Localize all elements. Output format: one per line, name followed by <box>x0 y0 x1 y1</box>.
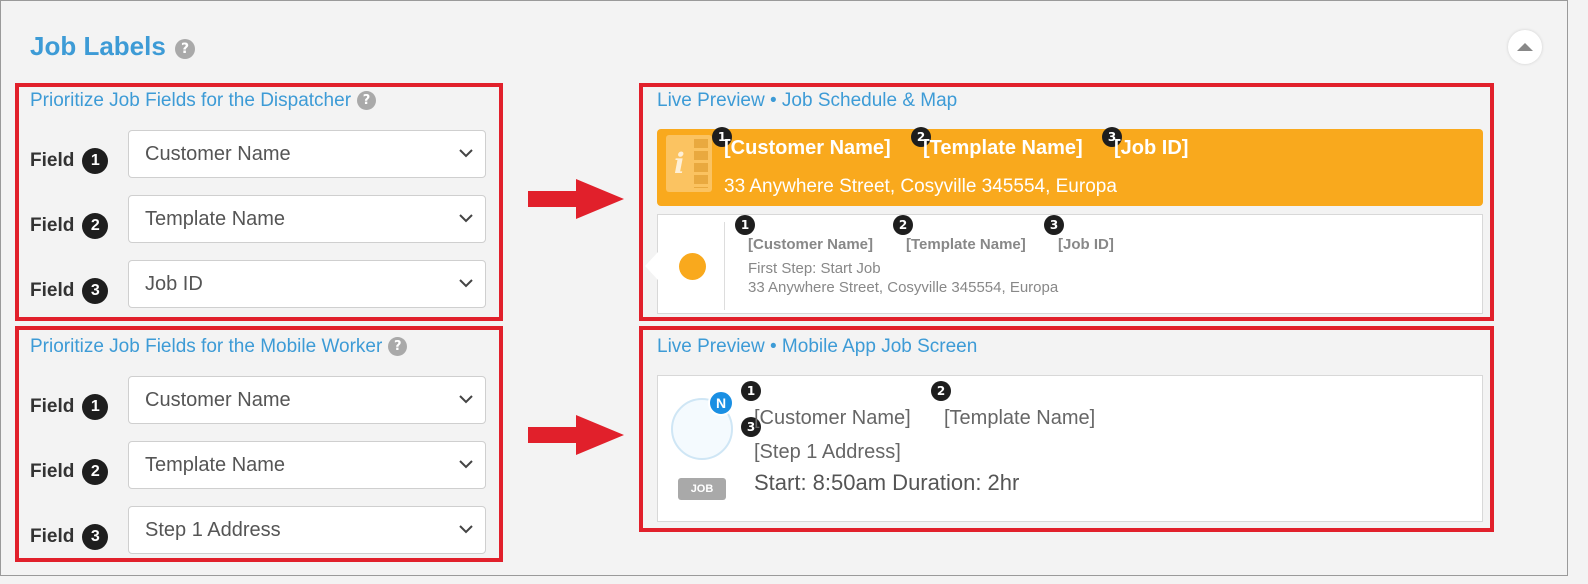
number-badge: 2 <box>893 215 913 235</box>
bar-field-customer: [Customer Name] <box>724 137 891 159</box>
card-field-customer: [Customer Name] <box>748 236 874 253</box>
bar-field-template: [Template Name] <box>923 137 1083 159</box>
help-icon[interactable]: ? <box>175 39 195 59</box>
number-badge: 1 <box>735 215 755 235</box>
arrow-right-icon <box>528 415 624 455</box>
mobile-field-1-select[interactable]: Customer Name <box>128 376 486 424</box>
card-address: 33 Anywhere Street, Cosyville 345554, Eu… <box>748 279 1059 296</box>
number-badge: 1 <box>741 381 761 401</box>
number-badge: 1 <box>82 394 109 420</box>
job-tag: JOB <box>678 478 726 500</box>
field-label-text: Field <box>30 461 75 483</box>
chevron-down-icon <box>459 279 473 288</box>
field-label-text: Field <box>30 215 75 237</box>
mobile-worker-title-text: Prioritize Job Fields for the Mobile Wor… <box>30 336 383 357</box>
field-label-text: Field <box>30 526 75 548</box>
help-icon[interactable]: ? <box>388 337 408 357</box>
mobile-start-duration: Start: 8:50am Duration: 2hr <box>754 470 1020 495</box>
dispatcher-title-text: Prioritize Job Fields for the Dispatcher <box>30 90 352 111</box>
card-divider <box>724 222 725 310</box>
chevron-up-icon <box>1517 43 1533 51</box>
chevron-down-icon <box>459 395 473 404</box>
dispatcher-field-1-label: Field 1 <box>30 148 109 174</box>
card-field-template: [Template Name] <box>906 236 1026 253</box>
dispatcher-field-3-label: Field 3 <box>30 278 109 304</box>
schedule-preview-title: Live Preview • Job Schedule & Map <box>657 90 958 111</box>
select-value: Job ID <box>145 273 203 295</box>
mobile-field-customer: [Customer Name] <box>754 407 911 429</box>
field-label-text: Field <box>30 150 75 172</box>
select-value: Customer Name <box>145 143 291 165</box>
mobile-field-3-select[interactable]: Step 1 Address <box>128 506 486 554</box>
dispatcher-field-1-select[interactable]: Customer Name <box>128 130 486 178</box>
dispatcher-field-2-select[interactable]: Template Name <box>128 195 486 243</box>
number-badge: 3 <box>82 524 109 550</box>
number-badge: 2 <box>82 213 109 239</box>
bar-address: 33 Anywhere Street, Cosyville 345554, Eu… <box>724 176 1117 197</box>
bar-field-jobid: [Job ID] <box>1114 137 1189 159</box>
dispatcher-field-3-select[interactable]: Job ID <box>128 260 486 308</box>
number-badge: 2 <box>82 459 109 485</box>
card-pointer <box>645 252 658 280</box>
mobile-field-template: [Template Name] <box>944 407 1096 429</box>
help-icon[interactable]: ? <box>357 91 377 111</box>
mobile-field-address: [Step 1 Address] <box>754 441 901 463</box>
dispatcher-field-2-label: Field 2 <box>30 213 109 239</box>
status-dot <box>679 253 706 280</box>
chevron-down-icon <box>459 214 473 223</box>
info-icon: i <box>666 135 712 192</box>
page-title: Job Labels <box>30 31 166 61</box>
chevron-down-icon <box>459 460 473 469</box>
select-value: Template Name <box>145 454 286 476</box>
dispatcher-section-title: Prioritize Job Fields for the Dispatcher… <box>30 90 377 112</box>
number-badge: 1 <box>82 148 109 174</box>
mobile-field-2-label: Field 2 <box>30 459 109 485</box>
mobile-field-2-select[interactable]: Template Name <box>128 441 486 489</box>
new-badge: N <box>708 390 734 416</box>
mobile-field-3-label: Field 3 <box>30 524 109 550</box>
number-badge: 3 <box>1044 215 1064 235</box>
select-value: Template Name <box>145 208 286 230</box>
field-label-text: Field <box>30 396 75 418</box>
mobile-preview-title: Live Preview • Mobile App Job Screen <box>657 336 978 357</box>
chevron-down-icon <box>459 525 473 534</box>
card-step: First Step: Start Job <box>748 260 881 277</box>
field-label-text: Field <box>30 280 75 302</box>
card-field-jobid: [Job ID] <box>1058 236 1114 253</box>
arrow-right-icon <box>528 179 624 219</box>
mobile-worker-section-title: Prioritize Job Fields for the Mobile Wor… <box>30 336 408 358</box>
number-badge: 3 <box>82 278 109 304</box>
mobile-field-1-label: Field 1 <box>30 394 109 420</box>
select-value: Step 1 Address <box>145 519 281 541</box>
number-badge: 2 <box>931 381 951 401</box>
chevron-down-icon <box>459 149 473 158</box>
collapse-button[interactable] <box>1508 30 1542 64</box>
select-value: Customer Name <box>145 389 291 411</box>
